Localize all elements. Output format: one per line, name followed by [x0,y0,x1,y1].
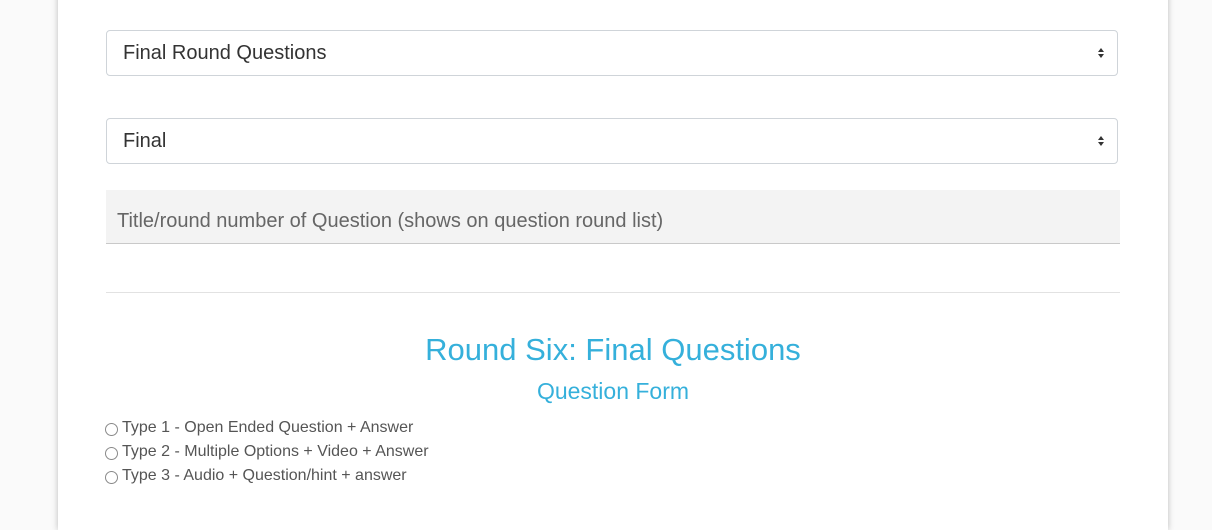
section-divider [106,292,1120,293]
round-selected: Final [123,129,167,152]
radio-circle-icon[interactable] [105,471,118,484]
question-category-selected: Final Round Questions [123,41,327,64]
question-type-label: Type 1 - Open Ended Question + Answer [122,419,414,436]
round-select[interactable]: Final [106,118,1118,164]
question-type-radio-group: Type 1 - Open Ended Question + Answer Ty… [105,416,429,488]
question-type-option-2[interactable]: Type 2 - Multiple Options + Video + Answ… [105,440,429,464]
question-type-label: Type 3 - Audio + Question/hint + answer [122,467,407,484]
question-title-input[interactable] [106,190,1120,244]
updown-caret-icon [1098,136,1104,146]
question-type-option-1[interactable]: Type 1 - Open Ended Question + Answer [105,416,429,440]
radio-circle-icon[interactable] [105,423,118,436]
question-category-select[interactable]: Final Round Questions [106,30,1118,76]
form-subtitle: Question Form [536,378,690,404]
question-type-option-3[interactable]: Type 3 - Audio + Question/hint + answer [105,464,429,488]
question-type-label: Type 2 - Multiple Options + Video + Answ… [122,443,429,460]
round-title: Round Six: Final Questions [425,332,801,367]
radio-circle-icon[interactable] [105,447,118,460]
updown-caret-icon [1098,48,1104,58]
